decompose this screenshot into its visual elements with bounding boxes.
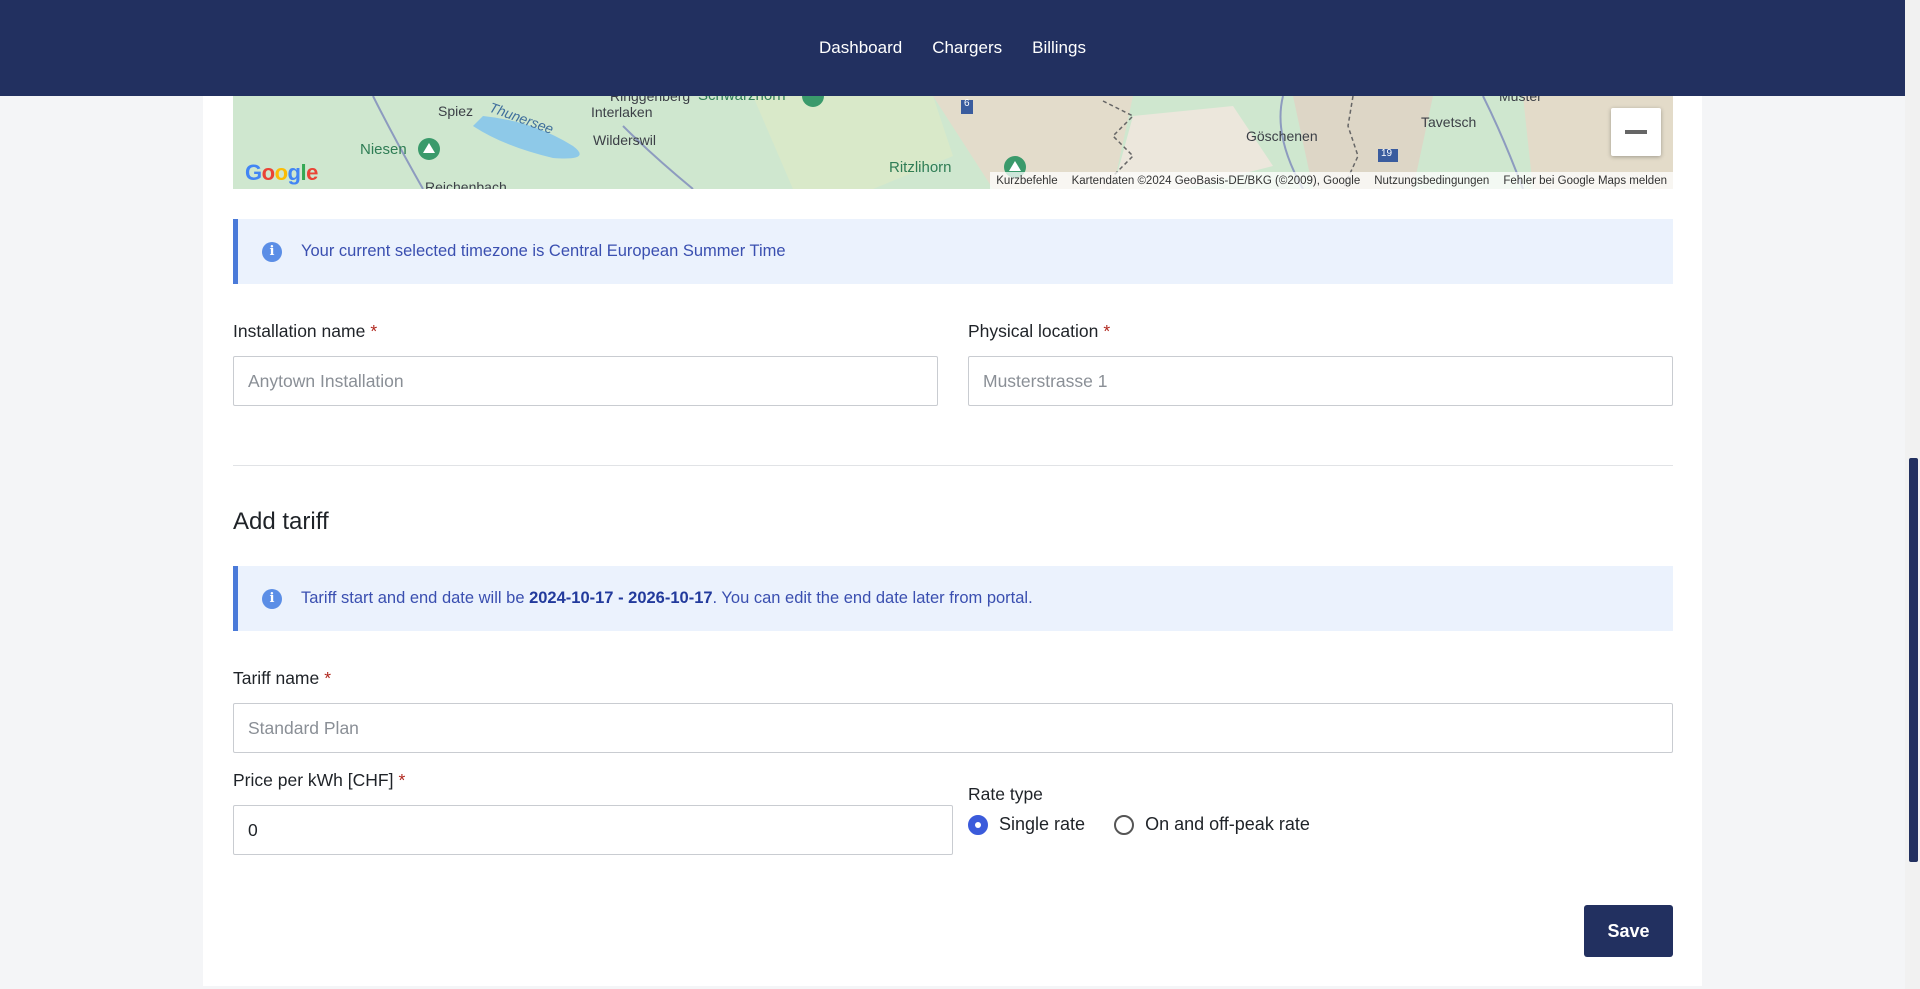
map-label-goschenen: Göschenen	[1246, 128, 1318, 144]
required-mark: *	[1103, 321, 1111, 341]
nav-billings[interactable]: Billings	[1032, 38, 1086, 58]
tariff-alert-suffix: . You can edit the end date later from p…	[712, 589, 1033, 607]
info-icon: i	[262, 588, 282, 609]
map-label-ringgenberg: Ringgenberg	[610, 96, 691, 104]
required-mark: *	[324, 668, 332, 688]
map-attribution: Kurzbefehle Kartendaten ©2024 GeoBasis-D…	[990, 172, 1673, 189]
map-label-ritzlihorn: Ritzlihorn	[889, 159, 952, 176]
required-mark: *	[398, 770, 406, 790]
top-navbar: Dashboard Chargers Billings	[0, 0, 1905, 96]
tariff-name-label: Tariff name *	[233, 668, 331, 689]
map-data-attribution: Kartendaten ©2024 GeoBasis-DE/BKG (©2009…	[1071, 174, 1361, 187]
map-road-6: 6	[964, 98, 970, 109]
radio-on-off-peak-rate[interactable]: On and off-peak rate	[1114, 814, 1310, 835]
scrollbar-thumb[interactable]	[1909, 458, 1918, 862]
price-per-kwh-label-text: Price per kWh [CHF]	[233, 770, 394, 790]
map-road-19: 19	[1381, 148, 1393, 159]
map-label-tavetsch: Tavetsch	[1421, 114, 1477, 130]
timezone-alert: i Your current selected timezone is Cent…	[233, 219, 1673, 284]
tariff-alert-prefix: Tariff start and end date will be	[301, 589, 530, 607]
map-label-interlaken: Interlaken	[591, 104, 653, 120]
map-terms-link[interactable]: Nutzungsbedingungen	[1374, 175, 1489, 187]
installation-form-card: Spiez Thunersee Interlaken Ringgenberg S…	[203, 96, 1702, 986]
map-shortcuts-link[interactable]: Kurzbefehle	[996, 175, 1057, 187]
map-label-spiez: Spiez	[438, 103, 474, 119]
map-zoom-out-button[interactable]	[1611, 108, 1661, 156]
nav-dashboard[interactable]: Dashboard	[819, 38, 902, 58]
tariff-alert-text: Tariff start and end date will be 2024-1…	[301, 589, 1033, 608]
map-label-niesen: Niesen	[360, 141, 407, 158]
section-divider	[233, 465, 1673, 466]
radio-single-rate-label: Single rate	[999, 814, 1086, 834]
google-logo[interactable]: Google	[245, 160, 318, 186]
radio-on-off-peak-rate-label: On and off-peak rate	[1145, 814, 1310, 834]
price-per-kwh-input[interactable]	[233, 805, 953, 855]
page-scrollbar[interactable]	[1905, 0, 1920, 989]
map-view[interactable]: Spiez Thunersee Interlaken Ringgenberg S…	[233, 96, 1673, 189]
map-report-link[interactable]: Fehler bei Google Maps melden	[1503, 175, 1667, 187]
radio-unselected-icon[interactable]	[1114, 814, 1135, 835]
tariff-dates-alert: i Tariff start and end date will be 2024…	[233, 566, 1673, 631]
nav-chargers[interactable]: Chargers	[932, 38, 1002, 58]
installation-name-label-text: Installation name	[233, 321, 366, 341]
map-label-muster: Muster	[1499, 96, 1542, 104]
tariff-alert-dates: 2024-10-17 - 2026-10-17	[529, 589, 713, 607]
price-per-kwh-label: Price per kWh [CHF] *	[233, 770, 405, 791]
physical-location-input[interactable]	[968, 356, 1673, 406]
info-icon: i	[262, 241, 282, 262]
rate-type-group: Single rate On and off-peak rate	[968, 814, 1339, 835]
installation-name-input[interactable]	[233, 356, 938, 406]
radio-single-rate[interactable]: Single rate	[968, 814, 1085, 835]
physical-location-label-text: Physical location	[968, 321, 1099, 341]
tariff-name-label-text: Tariff name	[233, 668, 320, 688]
map-label-reichenbach: Reichenbach	[425, 179, 507, 189]
map-label-wilderswil: Wilderswil	[593, 132, 656, 148]
radio-selected-icon[interactable]	[968, 814, 988, 835]
required-mark: *	[370, 321, 378, 341]
add-tariff-title: Add tariff	[233, 508, 329, 535]
minus-icon	[1625, 130, 1647, 134]
physical-location-label: Physical location *	[968, 321, 1110, 342]
timezone-alert-text: Your current selected timezone is Centra…	[301, 242, 786, 260]
tariff-name-input[interactable]	[233, 703, 1673, 753]
map-label-schwarzhorn: Schwarzhorn	[698, 96, 786, 104]
save-button[interactable]: Save	[1584, 905, 1673, 957]
rate-type-label: Rate type	[968, 784, 1043, 804]
installation-name-label: Installation name *	[233, 321, 377, 342]
